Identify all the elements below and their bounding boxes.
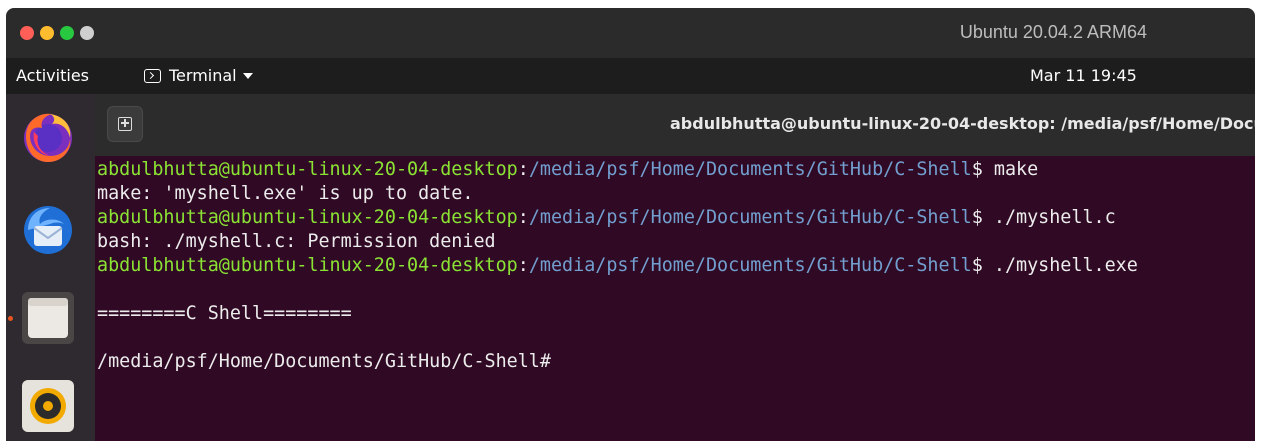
prompt-symbol: $ bbox=[971, 255, 994, 276]
terminal-app-menu[interactable]: Terminal bbox=[144, 66, 253, 85]
prompt-symbol: $ bbox=[971, 207, 994, 228]
minimize-window-button[interactable] bbox=[40, 26, 54, 40]
command-text: make bbox=[993, 159, 1039, 180]
chevron-down-icon bbox=[242, 72, 253, 79]
extra-window-button[interactable] bbox=[80, 26, 94, 40]
prompt-separator: : bbox=[517, 159, 529, 180]
terminal-window-title: abdulbhutta@ubuntu-linux-20-04-desktop: … bbox=[670, 114, 1255, 133]
activities-button[interactable]: Activities bbox=[16, 66, 89, 85]
prompt-separator: : bbox=[517, 255, 529, 276]
rhythmbox-icon[interactable] bbox=[20, 378, 76, 434]
output-text: make: 'myshell.exe' is up to date. bbox=[97, 183, 474, 204]
output-text: bash: ./myshell.c: Permission denied bbox=[97, 231, 496, 252]
zoom-window-button[interactable] bbox=[60, 26, 74, 40]
terminal-line: abdulbhutta@ubuntu-linux-20-04-desktop:/… bbox=[97, 254, 1255, 278]
vm-window-titlebar: Ubuntu 20.04.2 ARM64 bbox=[6, 8, 1255, 58]
output-text: /media/psf/Home/Documents/GitHub/C-Shell… bbox=[97, 351, 551, 372]
terminal-output[interactable]: abdulbhutta@ubuntu-linux-20-04-desktop:/… bbox=[95, 156, 1255, 441]
terminal-line: make: 'myshell.exe' is up to date. bbox=[97, 182, 1255, 206]
prompt-user: abdulbhutta@ubuntu-linux-20-04-desktop bbox=[97, 207, 518, 228]
close-window-button[interactable] bbox=[20, 26, 34, 40]
firefox-icon[interactable] bbox=[20, 108, 76, 164]
prompt-path: /media/psf/Home/Documents/GitHub/C-Shell bbox=[528, 207, 972, 228]
prompt-path: /media/psf/Home/Documents/GitHub/C-Shell bbox=[528, 255, 972, 276]
running-indicator bbox=[8, 316, 13, 321]
prompt-separator: : bbox=[517, 207, 529, 228]
terminal-icon bbox=[144, 68, 161, 83]
output-text: ========C Shell======== bbox=[97, 303, 352, 324]
prompt-path: /media/psf/Home/Documents/GitHub/C-Shell bbox=[528, 159, 972, 180]
terminal-line: abdulbhutta@ubuntu-linux-20-04-desktop:/… bbox=[97, 158, 1255, 182]
new-tab-icon bbox=[118, 117, 132, 131]
thunderbird-icon[interactable] bbox=[20, 202, 76, 258]
command-text: ./myshell.c bbox=[993, 207, 1116, 228]
terminal-headerbar: abdulbhutta@ubuntu-linux-20-04-desktop: … bbox=[95, 94, 1255, 156]
ubuntu-dock bbox=[6, 94, 95, 441]
terminal-line: /media/psf/Home/Documents/GitHub/C-Shell… bbox=[97, 350, 1255, 374]
ubuntu-top-panel: Activities Terminal Mar 11 19:45 bbox=[6, 58, 1255, 94]
command-text: ./myshell.exe bbox=[993, 255, 1138, 276]
prompt-user: abdulbhutta@ubuntu-linux-20-04-desktop bbox=[97, 255, 518, 276]
terminal-line: abdulbhutta@ubuntu-linux-20-04-desktop:/… bbox=[97, 206, 1255, 230]
terminal-line: ========C Shell======== bbox=[97, 302, 1255, 326]
app-menu-label: Terminal bbox=[169, 66, 237, 85]
vm-window-title: Ubuntu 20.04.2 ARM64 bbox=[959, 22, 1147, 42]
panel-clock[interactable]: Mar 11 19:45 bbox=[1030, 66, 1137, 85]
prompt-user: abdulbhutta@ubuntu-linux-20-04-desktop bbox=[97, 159, 518, 180]
terminal-line: bash: ./myshell.c: Permission denied bbox=[97, 230, 1255, 254]
files-icon[interactable] bbox=[20, 290, 76, 346]
new-tab-button[interactable] bbox=[107, 106, 143, 142]
prompt-symbol: $ bbox=[971, 159, 994, 180]
